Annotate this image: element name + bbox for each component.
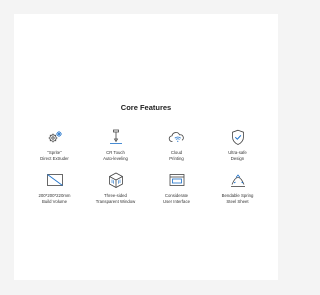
feature-label-line1: Considerate	[164, 193, 189, 199]
gears-icon	[46, 129, 64, 146]
feature-label-line1: 200*200*220mm	[38, 193, 71, 199]
shield-check-icon	[229, 129, 247, 146]
feature-item-transparent-window: Three-sided Transparent Window	[85, 172, 146, 204]
feature-label-line2: Auto-leveling	[103, 155, 128, 161]
feature-item-user-interface: Considerate User Interface	[146, 172, 207, 204]
cloud-wifi-icon	[168, 129, 186, 146]
cube-window-icon	[107, 172, 125, 189]
feature-label: "Sprite" Direct Extruder	[40, 150, 69, 161]
feature-label: Ultra-safe Design	[228, 150, 247, 161]
section-title: Core Features	[120, 103, 172, 112]
feature-label: CR Touch Auto-leveling	[103, 150, 128, 161]
feature-item-cloud-printing: Cloud Printing	[146, 129, 207, 161]
feature-label-line2: Steel Sheet	[226, 198, 249, 204]
feature-label-line2: Printing	[169, 155, 184, 161]
probe-icon	[107, 129, 125, 146]
feature-label-line2: Design	[230, 155, 245, 161]
feature-label: Cloud Printing	[169, 150, 184, 161]
feature-label-line2: User Interface	[163, 198, 190, 204]
feature-label-line2: Transparent Window	[95, 198, 136, 204]
feature-label: Bendable Spring Steel Sheet	[222, 193, 254, 204]
feature-label-line1: Ultra-safe	[228, 150, 247, 155]
feature-item-ultra-safe: Ultra-safe Design	[207, 129, 268, 161]
feature-label: Three-sided Transparent Window	[96, 193, 135, 204]
feature-label: Considerate User Interface	[163, 193, 190, 204]
feature-label-line1: Cloud	[170, 150, 183, 155]
feature-item-build-volume: 200*200*220mm Build Volume	[24, 172, 85, 204]
features-grid: "Sprite" Direct Extruder CR Touch Auto-l…	[24, 129, 268, 204]
build-plate-icon	[46, 172, 64, 189]
feature-item-direct-extruder: "Sprite" Direct Extruder	[24, 129, 85, 161]
feature-label-line2: Build Volume	[41, 198, 68, 204]
feature-label-line1: Bendable Spring	[221, 193, 254, 199]
screen-ui-icon	[168, 172, 186, 189]
feature-label: 200*200*220mm Build Volume	[38, 193, 70, 204]
feature-item-spring-steel-sheet: Bendable Spring Steel Sheet	[207, 172, 268, 204]
features-card: Core Features "Sprite" Direct Extruder C…	[14, 14, 278, 280]
feature-label-line2: Direct Extruder	[40, 155, 69, 161]
spring-sheet-icon	[229, 172, 247, 189]
feature-label-line1: CR Touch	[106, 150, 125, 155]
feature-item-auto-leveling: CR Touch Auto-leveling	[85, 129, 146, 161]
